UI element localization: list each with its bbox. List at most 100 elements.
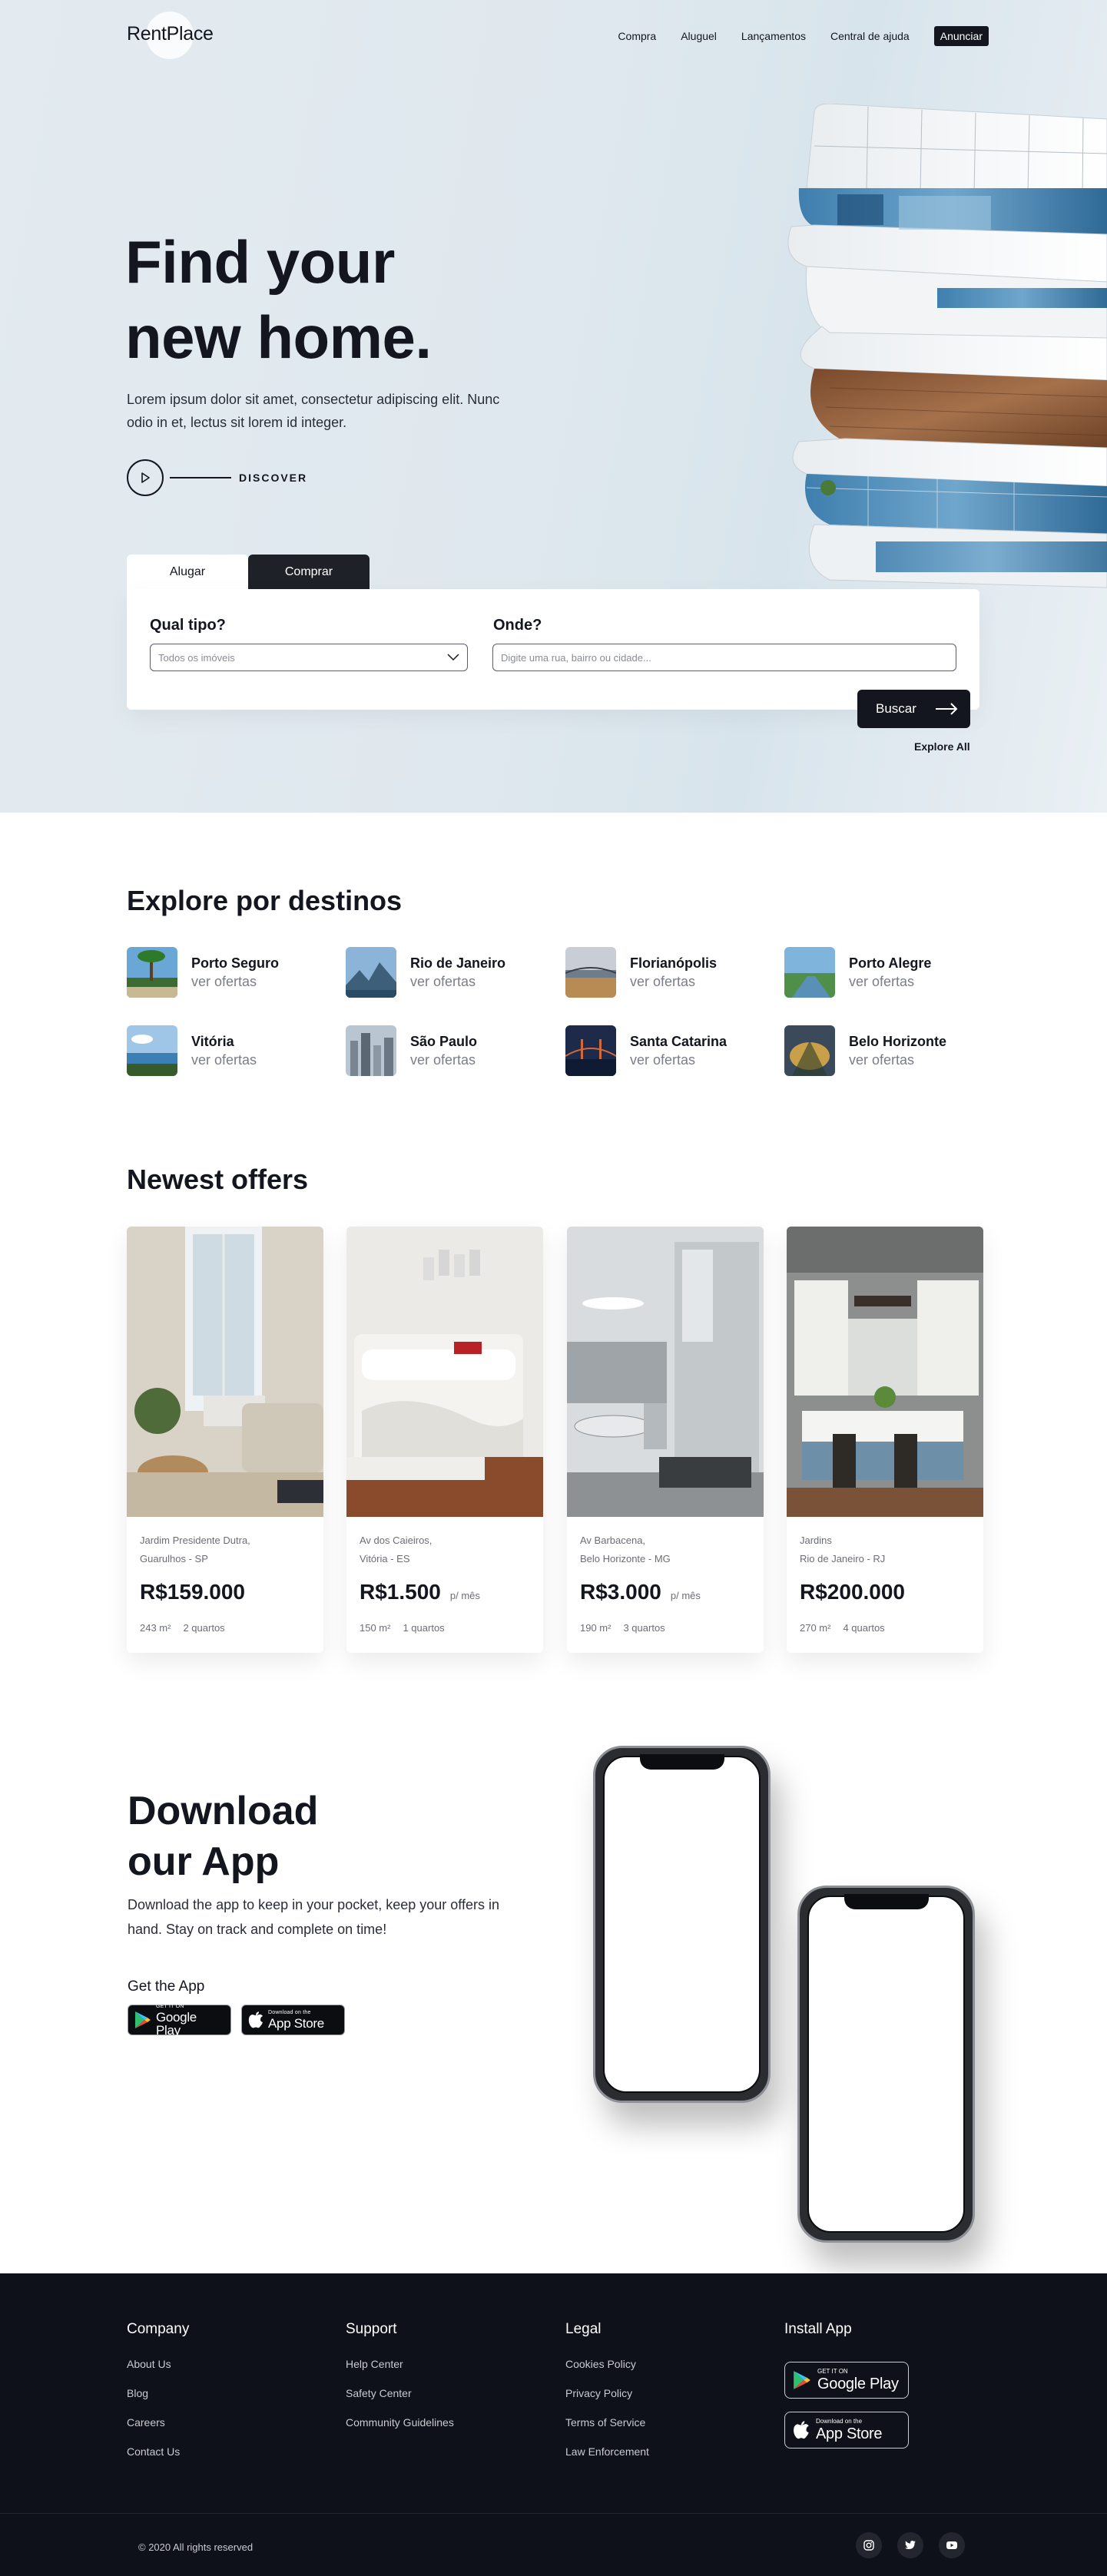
google-play-button[interactable]: GET IT ON Google Play <box>128 2004 231 2038</box>
destination-sub: ver ofertas <box>410 974 476 989</box>
brand-logo[interactable]: RentPlace <box>127 23 214 45</box>
apple-icon <box>248 2011 263 2028</box>
destination-name: Porto Alegre <box>849 955 932 971</box>
destination-rio-de-janeiro[interactable]: Rio de Janeiro ver ofertas <box>346 947 530 998</box>
play-icon[interactable] <box>127 459 164 496</box>
destination-sub: ver ofertas <box>849 1052 915 1068</box>
destination-thumbnail <box>784 947 835 998</box>
destination-porto-alegre[interactable]: Porto Alegre ver ofertas <box>784 947 969 998</box>
footer-link-cookies[interactable]: Cookies Policy <box>565 2358 649 2370</box>
footer-link-help[interactable]: Help Center <box>346 2358 454 2370</box>
offer-image <box>346 1227 543 1517</box>
footer-link-law[interactable]: Law Enforcement <box>565 2445 649 2458</box>
destination-santa-catarina[interactable]: Santa Catarina ver ofertas <box>565 1025 750 1076</box>
copyright: © 2020 All rights reserved <box>138 2541 254 2553</box>
youtube-icon[interactable] <box>939 2532 965 2558</box>
destination-vitoria[interactable]: Vitória ver ofertas <box>127 1025 311 1076</box>
nav-aluguel[interactable]: Aluguel <box>681 30 717 42</box>
discover-link[interactable]: DISCOVER <box>127 459 307 496</box>
destination-florianopolis[interactable]: Florianópolis ver ofertas <box>565 947 750 998</box>
explore-all-link[interactable]: Explore All <box>914 740 970 753</box>
search-button[interactable]: Buscar <box>857 690 970 728</box>
nav-compra[interactable]: Compra <box>618 30 656 42</box>
google-play-big: Google Play <box>817 2376 899 2392</box>
destination-belo-horizonte[interactable]: Belo Horizonte ver ofertas <box>784 1025 969 1076</box>
destination-thumbnail <box>127 947 177 998</box>
where-label: Onde? <box>493 617 542 634</box>
tab-alugar[interactable]: Alugar <box>127 555 248 589</box>
offer-card[interactable]: Av dos Caieiros, Vitória - ES R$1.500 p/ m… <box>346 1227 543 1653</box>
app-store-big: App Store <box>816 2425 883 2442</box>
nav-lancamentos[interactable]: Lançamentos <box>741 30 806 42</box>
app-description: Download the app to keep in your pocket,… <box>128 1897 499 1937</box>
tab-comprar[interactable]: Comprar <box>248 555 370 589</box>
destination-sub: ver ofertas <box>630 974 696 989</box>
offer-price-value: R$1.500 <box>360 1580 441 1604</box>
type-label: Qual tipo? <box>150 617 226 634</box>
app-title-line1: Download <box>128 1789 319 1833</box>
destination-name: Florianópolis <box>630 955 718 971</box>
offer-price-value: R$3.000 <box>580 1580 661 1604</box>
instagram-icon[interactable] <box>856 2532 882 2558</box>
app-store-big: App Store <box>268 2016 324 2031</box>
offer-meta: 270 m² 4 quartos <box>800 1622 885 1634</box>
destinations-title: Explore por destinos <box>127 885 403 916</box>
destination-name: Santa Catarina <box>630 1034 728 1049</box>
offer-address-line1: Av Barbacena, <box>580 1535 646 1546</box>
footer-link-terms[interactable]: Terms of Service <box>565 2416 649 2429</box>
destination-porto-seguro[interactable]: Porto Seguro ver ofertas <box>127 947 311 998</box>
main-nav: Compra Aluguel Lançamentos Central de aj… <box>618 26 989 46</box>
phone-notch <box>639 1754 724 1770</box>
offer-price-period: p/ mês <box>449 1590 480 1601</box>
offer-meta: 190 m² 3 quartos <box>580 1622 665 1634</box>
app-store-button[interactable]: Download on the App Store <box>241 2005 345 2035</box>
footer-company: Company About Us Blog Careers Contact Us <box>127 2321 189 2475</box>
footer: Company About Us Blog Careers Contact Us… <box>0 2273 1107 2576</box>
offer-image <box>127 1227 323 1517</box>
destination-thumbnail <box>565 947 616 998</box>
destination-sao-paulo[interactable]: São Paulo ver ofertas <box>346 1025 530 1076</box>
property-type-select[interactable]: Todos os imóveis <box>150 644 468 671</box>
footer-link-safety[interactable]: Safety Center <box>346 2387 454 2399</box>
location-input[interactable] <box>492 644 956 671</box>
app-title: Download our App <box>128 1786 450 1887</box>
offer-price: R$200.000 <box>800 1580 914 1604</box>
anunciar-button[interactable]: Anunciar <box>933 26 989 46</box>
offer-address-line2: Guarulhos - SP <box>140 1553 208 1564</box>
offer-card[interactable]: Jardins Rio de Janeiro - RJ R$200.000 270… <box>787 1227 983 1653</box>
offer-meta: 150 m² 1 quartos <box>360 1622 445 1634</box>
search-button-label: Buscar <box>876 701 916 716</box>
footer-link-about[interactable]: About Us <box>127 2358 189 2370</box>
offers-title: Newest offers <box>127 1164 309 1195</box>
offer-area: 270 m² <box>800 1622 831 1634</box>
twitter-icon[interactable] <box>897 2532 923 2558</box>
footer-link-community[interactable]: Community Guidelines <box>346 2416 454 2429</box>
offer-address: Av Barbacena, Belo Horizonte - MG <box>580 1531 749 1568</box>
footer-link-contact[interactable]: Contact Us <box>127 2445 189 2458</box>
footer-link-blog[interactable]: Blog <box>127 2387 189 2399</box>
google-play-small: GET IT ON <box>817 2368 848 2375</box>
destination-name: Rio de Janeiro <box>410 955 506 971</box>
footer-link-privacy[interactable]: Privacy Policy <box>565 2387 649 2399</box>
hero-title: Find your new home. <box>125 224 586 375</box>
footer-app-store-button[interactable]: Download on the App Store <box>784 2412 909 2449</box>
app-store-small: Download on the <box>268 2010 311 2015</box>
offer-rooms: 3 quartos <box>623 1622 665 1634</box>
offer-address-line2: Vitória - ES <box>360 1553 410 1564</box>
footer-google-play-button[interactable]: GET IT ON Google Play <box>784 2362 909 2399</box>
search-tabs: Alugar Comprar <box>127 555 370 589</box>
offer-address-line2: Rio de Janeiro - RJ <box>800 1553 886 1564</box>
hero-title-line2: new home. <box>125 303 432 371</box>
offer-card[interactable]: Av Barbacena, Belo Horizonte - MG R$3.000… <box>567 1227 764 1653</box>
offer-rooms: 2 quartos <box>183 1622 225 1634</box>
destination-thumbnail <box>346 947 396 998</box>
offer-address-line1: Jardins <box>800 1535 832 1546</box>
arrow-right-icon <box>936 703 958 715</box>
nav-central-de-ajuda[interactable]: Central de ajuda <box>830 30 910 42</box>
footer-link-careers[interactable]: Careers <box>127 2416 189 2429</box>
google-play-big: Google Play <box>155 2009 197 2038</box>
destination-thumbnail <box>346 1025 396 1076</box>
offer-area: 150 m² <box>360 1622 391 1634</box>
phone-mockup <box>797 1886 975 2243</box>
offer-card[interactable]: Jardim Presidente Dutra, Guarulhos - SP R… <box>127 1227 323 1653</box>
